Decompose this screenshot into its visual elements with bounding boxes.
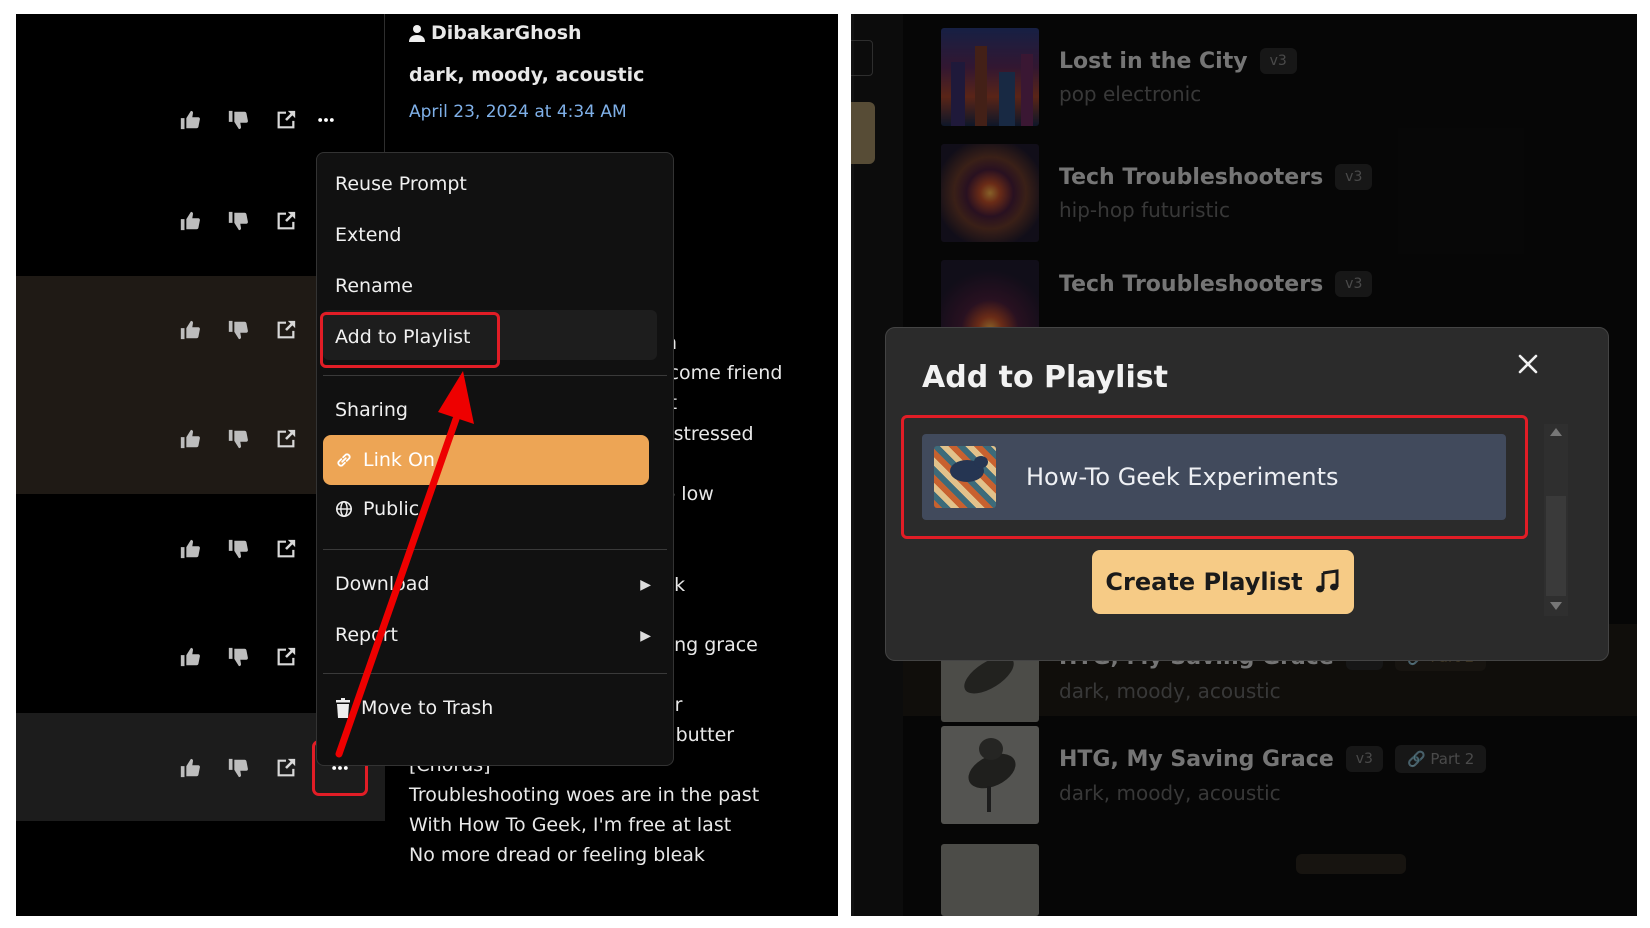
close-icon[interactable]: [1514, 350, 1542, 378]
annotation-arrow: [335, 371, 474, 758]
create-playlist-button[interactable]: Create Playlist: [1092, 550, 1354, 614]
scrollbar-thumb[interactable]: [1546, 496, 1566, 596]
scroll-down-arrow[interactable]: [1550, 602, 1562, 610]
modal-title: Add to Playlist: [922, 360, 1168, 395]
scrollbar-track[interactable]: [1544, 424, 1568, 616]
music-note-icon: [1315, 569, 1339, 593]
left-screenshot-panel: DibakarGhosh dark, moody, acoustic April…: [16, 14, 838, 916]
add-to-playlist-modal: Add to Playlist How-To Geek Experiments …: [885, 327, 1609, 661]
right-screenshot-panel: Lost in the City v3 pop electronic Tech T…: [851, 14, 1637, 916]
scroll-up-arrow[interactable]: [1550, 428, 1562, 436]
playlist-highlight-box: [901, 415, 1528, 539]
create-playlist-label: Create Playlist: [1105, 568, 1303, 596]
